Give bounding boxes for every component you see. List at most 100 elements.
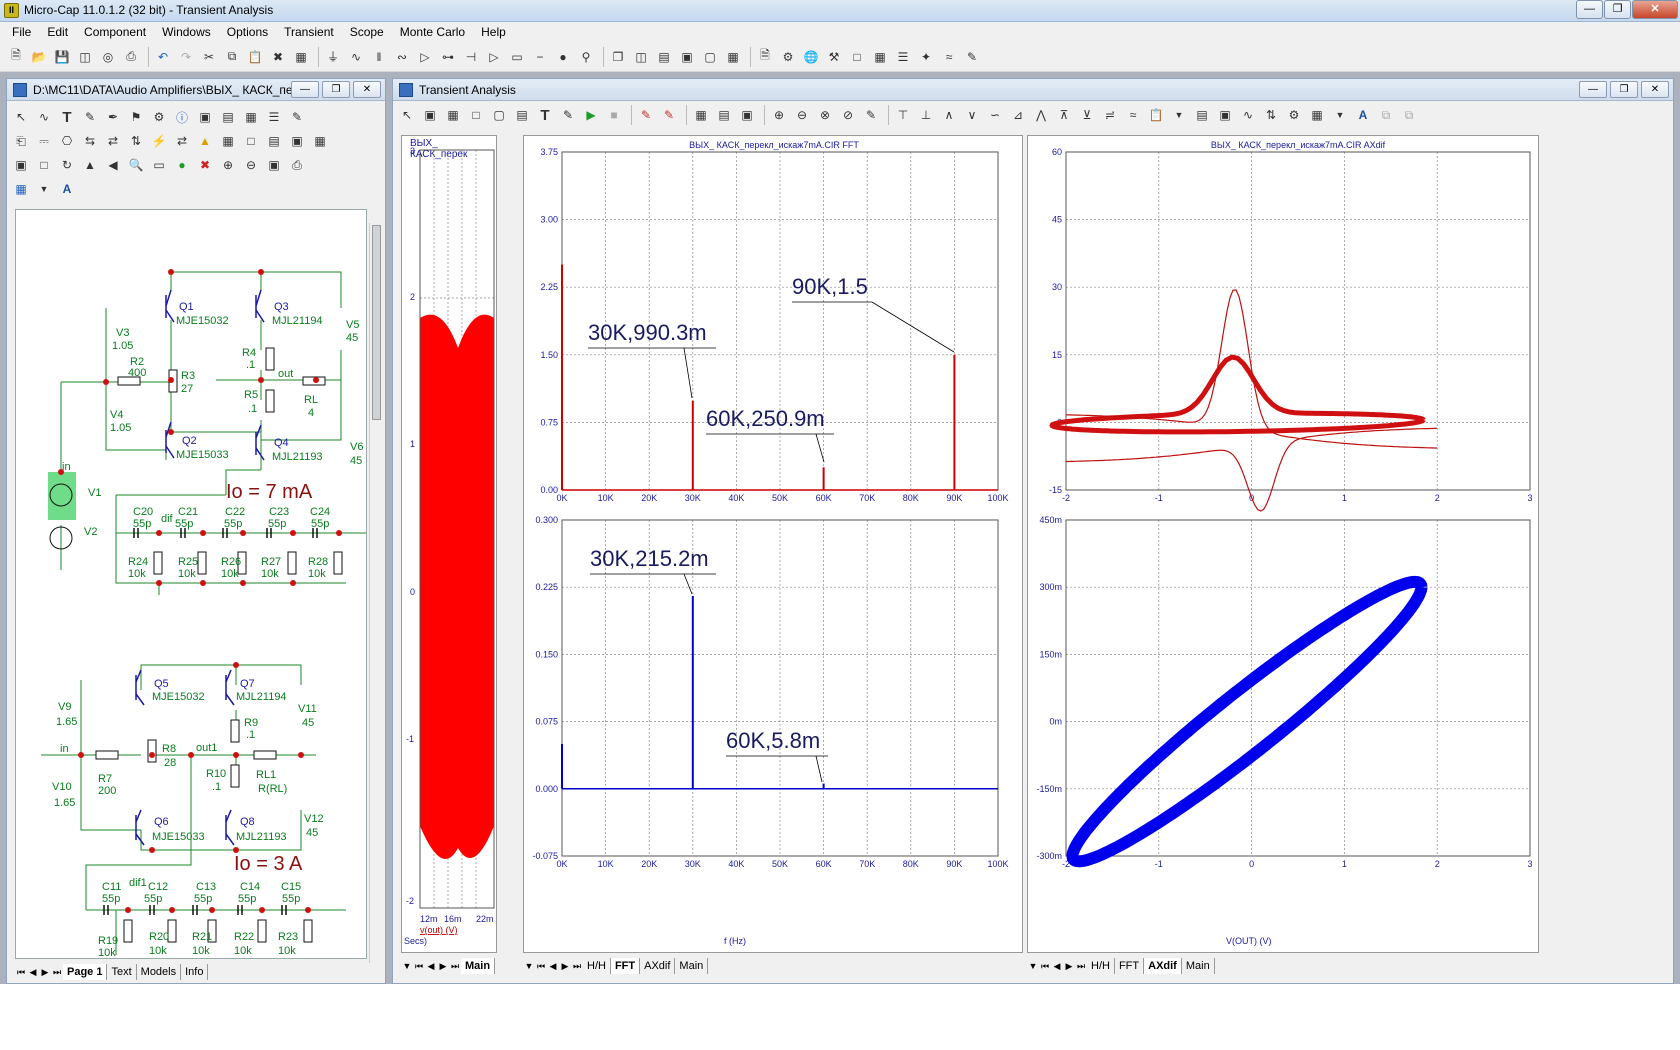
- grid-icon[interactable]: ▦: [241, 107, 261, 127]
- pen-mode-icon[interactable]: ✒: [103, 107, 123, 127]
- fft-tab-main[interactable]: Main: [675, 958, 709, 974]
- cut-icon[interactable]: ✂: [199, 47, 219, 67]
- wire-icon[interactable]: −: [530, 47, 550, 67]
- box-icon[interactable]: □: [34, 155, 54, 175]
- line-mode-icon[interactable]: ✎: [80, 107, 100, 127]
- clipboard-icon[interactable]: 📋: [1146, 105, 1166, 125]
- zoom-y-icon[interactable]: ⊘: [838, 105, 858, 125]
- copy-icon[interactable]: ⧉: [222, 47, 242, 67]
- plot-prop2-icon[interactable]: ✎: [659, 105, 679, 125]
- arrow-icon[interactable]: ⇄: [172, 131, 192, 151]
- peak-icon[interactable]: ⊤: [893, 105, 913, 125]
- go-icon[interactable]: ●: [172, 155, 192, 175]
- tab-main[interactable]: Main: [461, 958, 496, 974]
- save-icon[interactable]: 💾: [52, 47, 72, 67]
- main-last-icon[interactable]: ⏭: [449, 961, 461, 972]
- select-all-icon[interactable]: ▦: [291, 47, 311, 67]
- fft-prev-icon[interactable]: ◀: [547, 961, 559, 972]
- layer-icon[interactable]: ▤: [218, 107, 238, 127]
- paste-plot-icon[interactable]: ⧉: [1399, 105, 1419, 125]
- zoom-in-icon[interactable]: ⊕: [218, 155, 238, 175]
- axdif-tab-fft[interactable]: FFT: [1115, 958, 1145, 974]
- graph-icon[interactable]: ▤: [512, 105, 532, 125]
- cascade-icon[interactable]: ❐: [608, 47, 628, 67]
- pin-icon[interactable]: ⚡: [149, 131, 169, 151]
- open-icon[interactable]: 📂: [29, 47, 49, 67]
- slope-icon[interactable]: ≓: [1100, 105, 1120, 125]
- diode-icon[interactable]: ▷: [415, 47, 435, 67]
- font-plot-icon[interactable]: A: [1353, 105, 1373, 125]
- axdif-next-icon[interactable]: ▶: [1063, 961, 1075, 972]
- axdif-tab-main[interactable]: Main: [1182, 958, 1215, 974]
- fft-tab-hh[interactable]: H/H: [583, 958, 611, 974]
- pan-icon[interactable]: □: [466, 105, 486, 125]
- axdif-dropdown-icon[interactable]: ▼: [1027, 961, 1039, 971]
- tag-icon[interactable]: ▣: [1215, 105, 1235, 125]
- paste-icon[interactable]: 📋: [245, 47, 265, 67]
- main-dropdown-icon[interactable]: ▼: [401, 961, 413, 971]
- text-tool-icon[interactable]: T: [535, 105, 555, 125]
- menu-monte-carlo[interactable]: Monte Carlo: [392, 25, 473, 39]
- global-low-icon[interactable]: ⋀: [1031, 105, 1051, 125]
- page-icon[interactable]: 🗎: [755, 47, 775, 67]
- flag-icon[interactable]: ⚑: [126, 107, 146, 127]
- condition-icon[interactable]: ⇅: [126, 131, 146, 151]
- axdif-first-icon[interactable]: ⏮: [1039, 961, 1051, 972]
- delete-icon[interactable]: ✖: [268, 47, 288, 67]
- global-high-icon[interactable]: ⊿: [1008, 105, 1028, 125]
- transistor-icon[interactable]: ⊶: [438, 47, 458, 67]
- tile-vertical-icon[interactable]: ◫: [631, 47, 651, 67]
- tab-models[interactable]: Models: [137, 964, 182, 980]
- attr-text-icon[interactable]: ⎗: [11, 131, 31, 151]
- maximize-button[interactable]: ❐: [1604, 0, 1631, 19]
- clipboard-dropdown-icon[interactable]: ▼: [1169, 105, 1189, 125]
- optimize-icon[interactable]: ✎: [962, 47, 982, 67]
- zoom-fit-icon[interactable]: ▣: [264, 155, 284, 175]
- bottom-icon[interactable]: ⊻: [1077, 105, 1097, 125]
- font-icon[interactable]: A: [57, 179, 77, 199]
- axdif-tab-hh[interactable]: H/H: [1087, 958, 1115, 974]
- undo-icon[interactable]: ↶: [153, 47, 173, 67]
- current-icon[interactable]: ⇆: [80, 131, 100, 151]
- valley-icon[interactable]: ⊥: [916, 105, 936, 125]
- palette-icon[interactable]: ▦: [11, 179, 31, 199]
- globe-icon[interactable]: 🌐: [801, 47, 821, 67]
- save-all-icon[interactable]: ◫: [75, 47, 95, 67]
- grid-toggle-icon[interactable]: ▦: [218, 131, 238, 151]
- warning-icon[interactable]: ▲: [195, 131, 215, 151]
- table-icon[interactable]: ▦: [870, 47, 890, 67]
- stop-run-icon[interactable]: ■: [604, 105, 624, 125]
- label-icon[interactable]: ▤: [1192, 105, 1212, 125]
- cursor-icon[interactable]: ▢: [489, 105, 509, 125]
- zoom-out-icon[interactable]: ⊖: [241, 155, 261, 175]
- print-preview-icon[interactable]: ◎: [98, 47, 118, 67]
- schematic-close-button[interactable]: ✕: [353, 81, 381, 98]
- select-icon[interactable]: ↖: [397, 105, 417, 125]
- numeric3-icon[interactable]: ▣: [737, 105, 757, 125]
- low-icon[interactable]: ∨: [962, 105, 982, 125]
- fft-first-icon[interactable]: ⏮: [535, 961, 547, 972]
- zoom-in-plot-icon[interactable]: ⊕: [769, 105, 789, 125]
- new-icon[interactable]: 🗎: [6, 47, 26, 67]
- main-plot-pane[interactable]: ВЫХ_ КАСК_перек 3 2 1 0 -1 -2 12m 16m 22…: [401, 135, 497, 953]
- waveform-icon[interactable]: ∿: [1238, 105, 1258, 125]
- menu-help[interactable]: Help: [473, 25, 514, 39]
- menu-component[interactable]: Component: [76, 25, 154, 39]
- title-block-icon[interactable]: ▤: [264, 131, 284, 151]
- close-button[interactable]: ✕: [1632, 0, 1678, 19]
- menu-transient[interactable]: Transient: [276, 25, 342, 39]
- macro-icon[interactable]: ▭: [507, 47, 527, 67]
- fft-dropdown-icon[interactable]: ▼: [523, 961, 535, 971]
- schematic-canvas[interactable]: Q1 MJE15032 Q3 MJL21194 Q2 MJE15033 Q4 M…: [15, 209, 367, 959]
- fft-plot-pane[interactable]: ВЫХ_ КАСК_перекл_искаж7mA.CIR FFT 0K 10K 2…: [523, 135, 1023, 953]
- node-numbers-icon[interactable]: ⎓: [34, 131, 54, 151]
- minimize-button[interactable]: —: [1576, 0, 1603, 19]
- fft-last-icon[interactable]: ⏭: [571, 961, 583, 972]
- tab-text[interactable]: Text: [107, 964, 137, 980]
- axdif-tab-axdif[interactable]: AXdif: [1144, 958, 1182, 974]
- window-icon[interactable]: ▣: [677, 47, 697, 67]
- list-icon[interactable]: ☰: [893, 47, 913, 67]
- tools-icon[interactable]: ✦: [916, 47, 936, 67]
- schematic-vscroll[interactable]: [369, 223, 383, 965]
- analysis-maximize-button[interactable]: ❐: [1610, 81, 1638, 98]
